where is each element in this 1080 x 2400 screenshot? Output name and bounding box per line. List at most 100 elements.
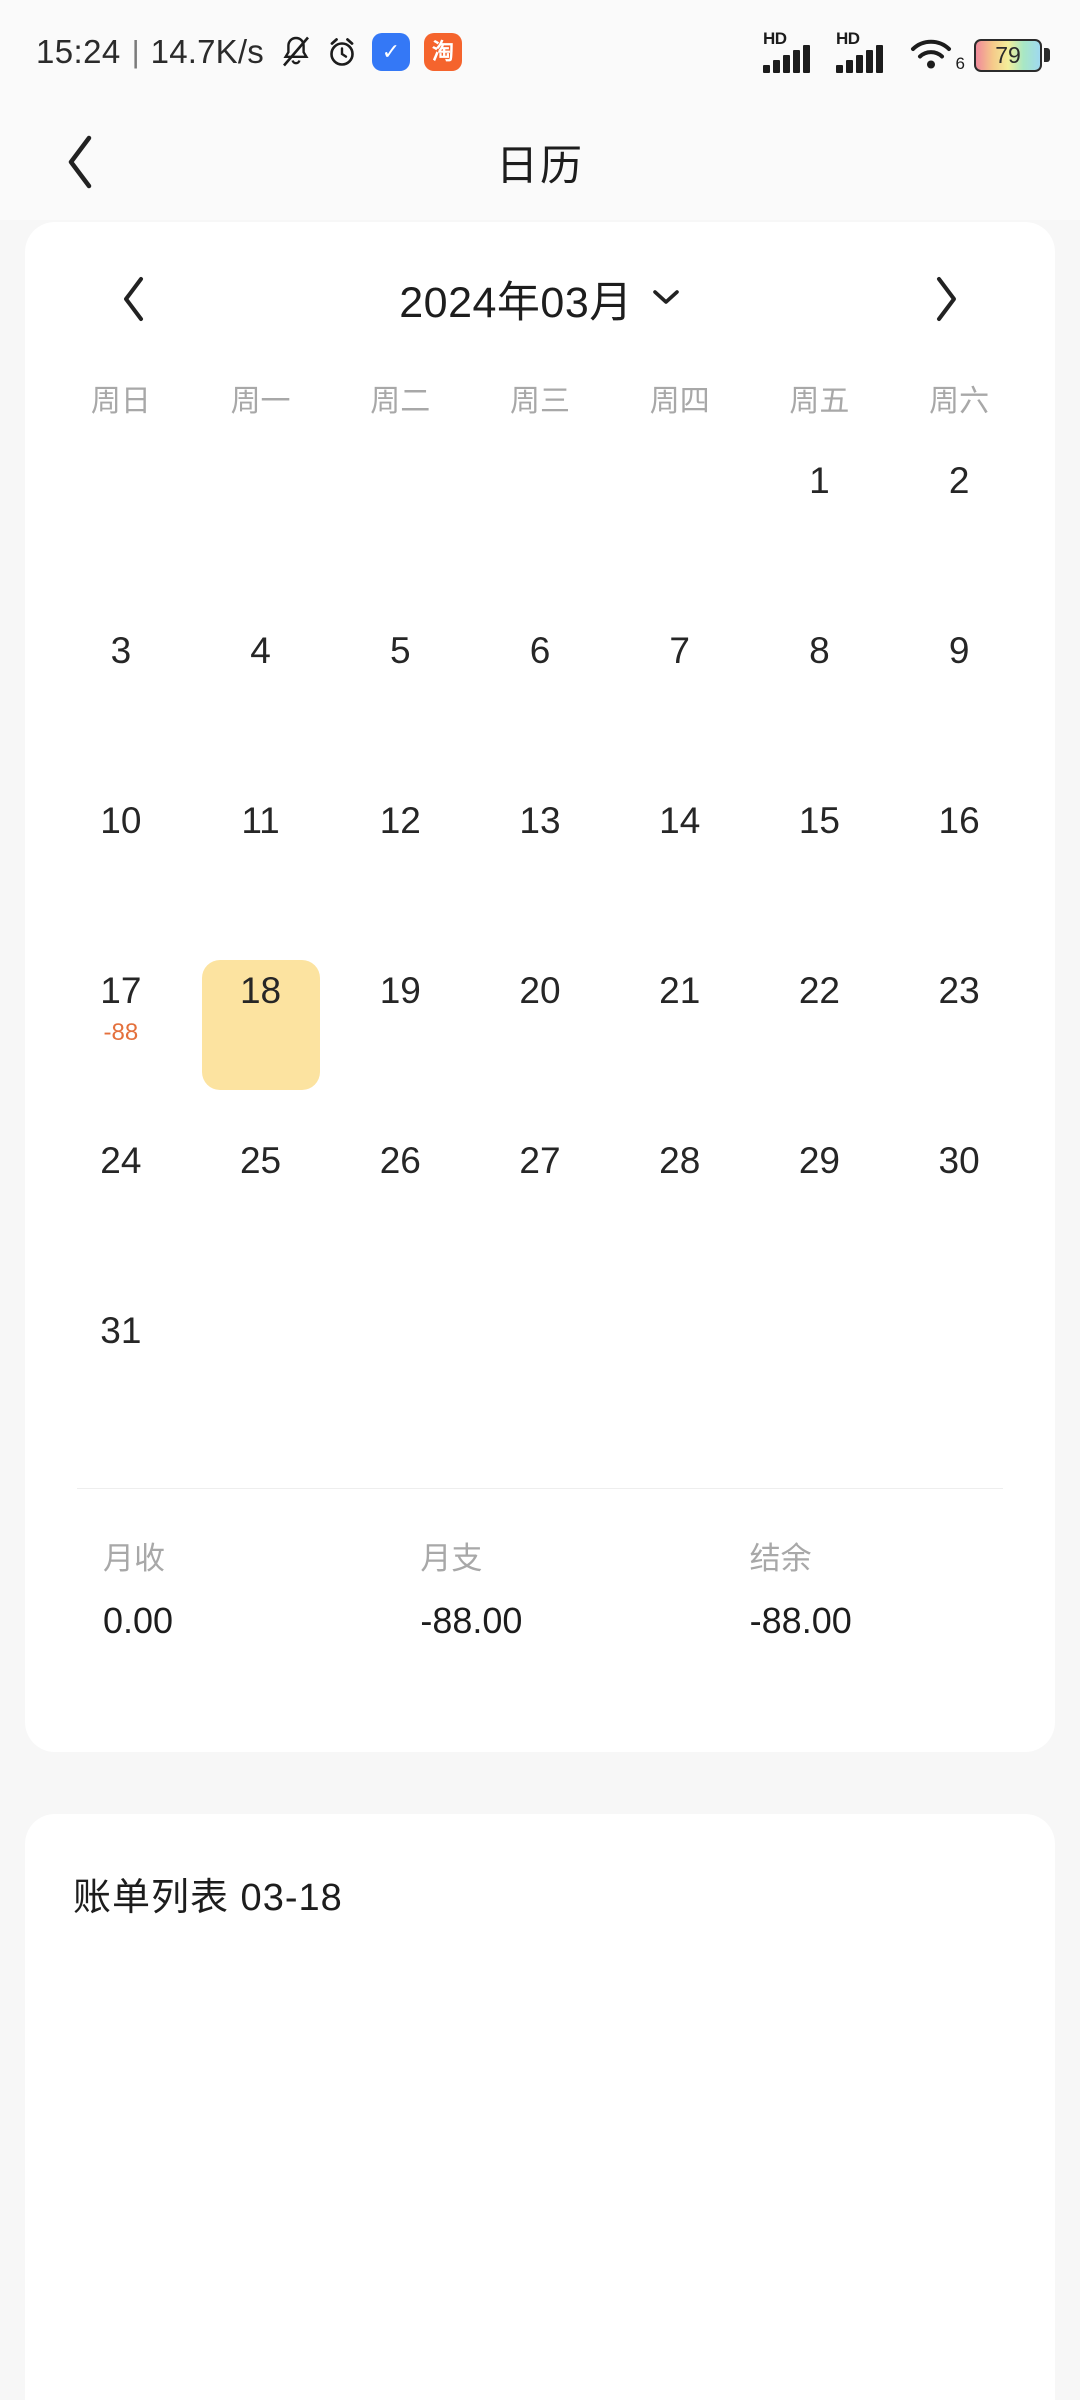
title-bar: 日历 <box>0 104 1080 220</box>
battery-icon: 79 <box>974 37 1050 73</box>
day-cell-22[interactable]: 22 <box>750 956 890 1126</box>
day-number: 18 <box>239 970 282 1011</box>
app-icon-taobao-glyph: 淘 <box>431 39 454 64</box>
day-cell-30[interactable]: 30 <box>889 1126 1029 1296</box>
app-icon-taobao: 淘 <box>423 33 462 71</box>
day-number: 9 <box>948 630 970 671</box>
day-number: 13 <box>519 800 561 841</box>
summary-column-2: 结余 -88.00 <box>712 1533 1055 1642</box>
day-cell-9[interactable]: 9 <box>889 616 1029 786</box>
day-cell-6[interactable]: 6 <box>470 616 610 786</box>
day-cell-14[interactable]: 14 <box>610 786 750 956</box>
day-number: 16 <box>938 800 980 841</box>
day-number: 17 <box>100 970 142 1011</box>
status-separator: | <box>131 34 140 69</box>
day-number: 19 <box>379 970 421 1011</box>
day-number: 31 <box>100 1310 142 1351</box>
wifi-icon: 6 <box>909 33 965 73</box>
day-cell-5[interactable]: 5 <box>330 616 470 786</box>
month-selector[interactable]: 2024年03月 <box>399 268 681 330</box>
summary-column-1: 月支 -88.00 <box>368 1533 711 1642</box>
signal-bars-sim1 <box>763 45 810 73</box>
weekday-label-0: 周日 <box>90 385 151 418</box>
day-cell-4[interactable]: 4 <box>191 616 331 786</box>
bell-muted-icon <box>280 35 312 69</box>
chevron-left-icon <box>68 135 92 189</box>
day-cell-2[interactable]: 2 <box>889 446 1029 616</box>
day-cell-3[interactable]: 3 <box>51 616 191 786</box>
previous-month-button[interactable] <box>95 260 173 338</box>
day-cell-25[interactable]: 25 <box>191 1126 331 1296</box>
weekday-label-4: 周四 <box>649 385 710 418</box>
day-cell-1[interactable]: 1 <box>750 446 890 616</box>
battery-percent-label: 79 <box>995 41 1021 68</box>
battery-cap <box>1044 48 1050 62</box>
day-cell-29[interactable]: 29 <box>750 1126 890 1296</box>
day-number: 26 <box>379 1140 421 1181</box>
day-cell-28[interactable]: 28 <box>610 1126 750 1296</box>
next-month-button[interactable] <box>907 260 985 338</box>
day-cell-26[interactable]: 26 <box>330 1126 470 1296</box>
chevron-right-icon <box>937 277 956 321</box>
day-cell-23[interactable]: 23 <box>889 956 1029 1126</box>
month-title: 2024年03月 <box>399 279 633 327</box>
day-number: 23 <box>938 970 980 1011</box>
day-cell-27[interactable]: 27 <box>470 1126 610 1296</box>
wifi-generation-label: 6 <box>955 54 965 73</box>
weekday-header-row: 周日 周一 周二 周三 周四 周五 周六 <box>25 376 1055 420</box>
summary-label: 结余 <box>749 1541 812 1576</box>
day-number: 10 <box>100 800 142 841</box>
day-cell-21[interactable]: 21 <box>610 956 750 1126</box>
bill-list-header: 账单列表 03-18 <box>73 1877 343 1919</box>
app-icon-blue-glyph: ✓ <box>381 39 401 64</box>
day-number: 2 <box>948 460 970 501</box>
day-cell-12[interactable]: 12 <box>330 786 470 956</box>
day-cell-13[interactable]: 13 <box>470 786 610 956</box>
bill-list-card: 账单列表 03-18 <box>25 1814 1055 2400</box>
weekday-label-3: 周三 <box>509 385 570 418</box>
summary-value: 0.00 <box>103 1600 174 1641</box>
weekday-label-5: 周五 <box>789 385 850 418</box>
app-screen: 15:24 | 14.7K/s ✓ 淘 HD HD 6 79 日历 2024年0… <box>0 0 1080 2400</box>
day-cell-31[interactable]: 31 <box>51 1296 191 1466</box>
day-cell-8[interactable]: 8 <box>750 616 890 786</box>
day-cell-24[interactable]: 24 <box>51 1126 191 1296</box>
day-cell-17[interactable]: 17 -88 <box>51 956 191 1126</box>
day-cell-15[interactable]: 15 <box>750 786 890 956</box>
day-number: 21 <box>659 970 701 1011</box>
summary-value: -88.00 <box>420 1600 523 1641</box>
day-cell-11[interactable]: 11 <box>191 786 331 956</box>
day-number: 29 <box>798 1140 840 1181</box>
day-cell-7[interactable]: 7 <box>610 616 750 786</box>
calendar-header: 2024年03月 <box>25 240 1055 358</box>
day-number: 11 <box>241 800 280 841</box>
day-number: 6 <box>529 630 551 671</box>
signal-bars-sim2 <box>836 45 883 73</box>
day-number: 25 <box>239 1140 282 1181</box>
weekday-label-2: 周二 <box>370 385 431 418</box>
chevron-left-icon <box>124 277 143 321</box>
day-cell-18[interactable]: 18 <box>191 956 331 1126</box>
app-icon-blue: ✓ <box>371 33 410 71</box>
battery-body: 79 <box>974 38 1042 72</box>
calendar-day-grid: 1 2 3 4 5 6 7 8 9 10 11 12 13 14 15 16 17 -88 18 19 20 21 22 23… <box>25 446 1055 1466</box>
chevron-down-icon <box>651 287 681 312</box>
status-bar-right: HD HD 6 79 <box>763 29 1050 73</box>
day-cell-10[interactable]: 10 <box>51 786 191 956</box>
day-number: 5 <box>389 630 411 671</box>
summary-value: -88.00 <box>749 1600 852 1641</box>
signal-icon-sim2: HD <box>836 29 896 73</box>
weekday-label-6: 周六 <box>929 385 990 418</box>
back-button[interactable] <box>48 130 112 194</box>
summary-column-0: 月收 0.00 <box>25 1533 368 1642</box>
day-cell-19[interactable]: 19 <box>330 956 470 1126</box>
day-number: 27 <box>519 1140 561 1181</box>
page-title: 日历 <box>495 141 584 189</box>
alarm-clock-icon <box>326 35 358 69</box>
summary-label: 月收 <box>103 1541 165 1576</box>
day-cell-20[interactable]: 20 <box>470 956 610 1126</box>
status-notification-icons: ✓ 淘 <box>280 33 462 71</box>
day-number: 20 <box>519 970 561 1011</box>
day-number: 12 <box>379 800 421 841</box>
day-cell-16[interactable]: 16 <box>889 786 1029 956</box>
